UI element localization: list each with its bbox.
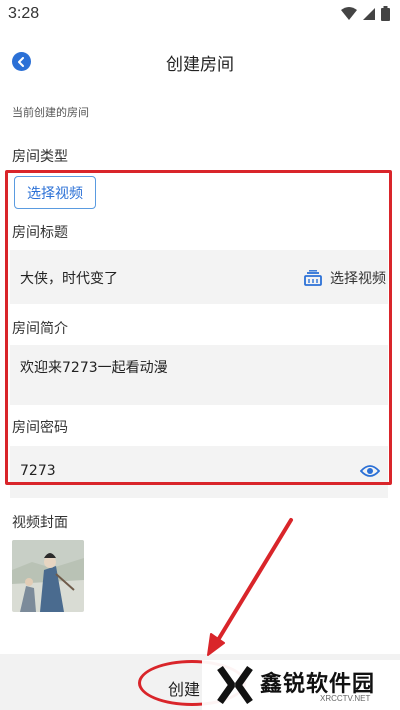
watermark: 鑫锐软件园 XRCCTV.NET: [202, 660, 400, 710]
watermark-site: XRCCTV.NET: [320, 694, 371, 703]
brand-logo-icon: [217, 665, 253, 705]
annotation-arrow: [207, 518, 293, 656]
